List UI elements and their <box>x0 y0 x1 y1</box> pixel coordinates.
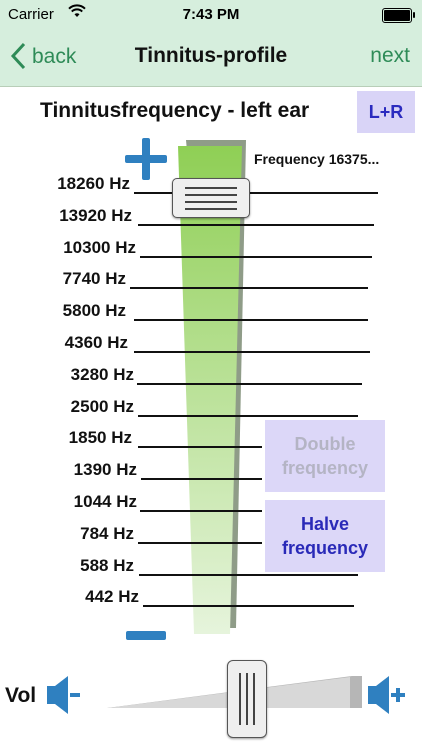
frequency-tick-line <box>130 287 368 290</box>
frequency-label: 5800 Hz <box>62 301 126 321</box>
frequency-label: 7740 Hz <box>62 269 126 289</box>
thumb-grip-line <box>246 673 248 725</box>
frequency-label: 784 Hz <box>80 523 134 543</box>
frequency-tick-line <box>137 382 362 385</box>
frequency-slider-thumb[interactable] <box>172 178 250 218</box>
frequency-tick-line <box>138 414 358 417</box>
halve-label-line1: Halve <box>300 514 350 534</box>
frequency-label: 4360 Hz <box>64 333 128 352</box>
thumb-grip-line <box>253 673 255 725</box>
volume-slider-thumb[interactable] <box>227 660 267 738</box>
frequency-row: 3280 Hz <box>0 364 422 387</box>
frequency-tick-line <box>143 605 354 608</box>
thumb-grip-line <box>185 208 237 210</box>
frequency-label: 10300 Hz <box>63 237 136 257</box>
thumb-grip-line <box>185 187 237 189</box>
frequency-tick-line <box>140 255 372 258</box>
double-label-line2: frequency <box>281 458 369 478</box>
decrease-frequency-button[interactable] <box>126 631 166 640</box>
frequency-row: 7740 Hz <box>0 269 422 291</box>
frequency-tick-line <box>139 573 358 576</box>
double-label-line1: Double <box>294 434 356 454</box>
frequency-tick-line <box>134 192 378 194</box>
frequency-label: 18260 Hz <box>57 174 130 193</box>
frequency-tick-line <box>134 319 368 322</box>
thumb-grip-line <box>185 194 237 196</box>
frequency-row: 10300 Hz <box>0 237 422 260</box>
halve-label-line2: frequency <box>281 538 369 558</box>
frequency-label: 3280 Hz <box>70 364 134 384</box>
frequency-label: 588 Hz <box>80 555 134 575</box>
halve-frequency-button[interactable]: Halve frequency <box>265 500 385 572</box>
thumb-grip-line <box>239 673 241 725</box>
volume-label: Vol <box>5 684 37 707</box>
frequency-tick-line <box>138 446 262 449</box>
double-frequency-button[interactable]: Double frequency <box>265 420 385 492</box>
frequency-tick-line <box>141 478 262 481</box>
frequency-label: 1044 Hz <box>73 492 137 511</box>
frequency-row: 442 Hz <box>0 587 422 609</box>
frequency-label: 13920 Hz <box>59 205 132 225</box>
frequency-label: 2500 Hz <box>70 396 134 416</box>
frequency-tick-line <box>140 510 262 512</box>
frequency-tick-line <box>138 541 262 544</box>
frequency-tick-line <box>138 223 374 226</box>
thumb-grip-line <box>185 201 237 203</box>
frequency-row: 5800 Hz <box>0 301 422 323</box>
frequency-tick-line <box>134 351 370 353</box>
frequency-label: 1390 Hz <box>73 460 137 480</box>
frequency-row: 4360 Hz <box>0 333 422 355</box>
frequency-label: 442 Hz <box>85 587 139 607</box>
frequency-label: 1850 Hz <box>68 428 132 448</box>
frequency-row: 2500 Hz <box>0 396 422 419</box>
